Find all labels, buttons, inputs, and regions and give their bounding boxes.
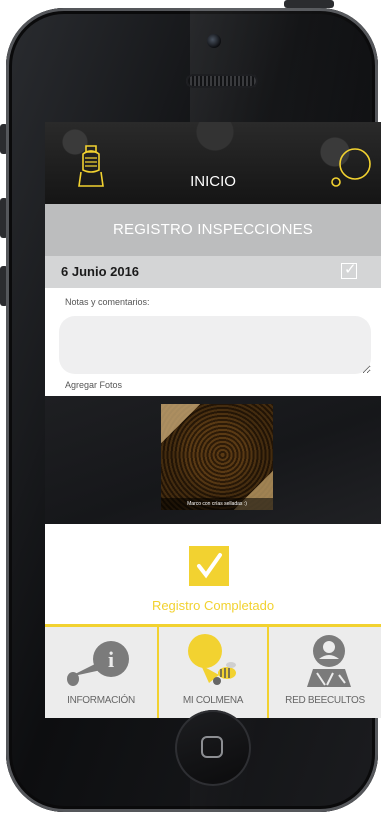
tab-red-beecultos[interactable]: RED BEECULTOS: [269, 627, 381, 718]
app-header: INICIO: [45, 122, 381, 204]
completed-checkbox[interactable]: ✓: [341, 261, 357, 279]
completion-status: Registro Completado: [45, 524, 381, 624]
photo-gallery: Marco con crías selladas :): [45, 396, 381, 524]
photo-caption: Marco con crías selladas :): [161, 498, 273, 510]
tab-label: INFORMACIÓN: [67, 695, 135, 706]
earpiece-speaker: [186, 74, 258, 88]
notes-label: Notas y comentarios:: [65, 297, 150, 307]
bee-icon: [188, 634, 236, 685]
check-icon: ✓: [344, 261, 357, 278]
info-icon: i: [67, 641, 129, 686]
tab-informacion[interactable]: i INFORMACIÓN: [45, 627, 157, 718]
notes-input[interactable]: [59, 316, 371, 374]
hive-frame-photo[interactable]: Marco con crías selladas :): [161, 404, 273, 510]
user-pin-icon: [307, 635, 351, 687]
status-text: Registro Completado: [151, 598, 275, 613]
bubbles-icon[interactable]: [327, 146, 373, 188]
tab-label: MI COLMENA: [182, 695, 244, 706]
section-title: REGISTRO INSPECCIONES: [112, 221, 314, 238]
power-button[interactable]: [284, 0, 334, 8]
home-square-icon: [201, 736, 223, 758]
add-photos-label[interactable]: Agregar Fotos: [65, 380, 122, 390]
record-date: 6 Junio 2016: [61, 264, 140, 279]
home-button[interactable]: [175, 710, 251, 786]
photo-frame-edge: [161, 404, 273, 510]
front-camera: [207, 34, 221, 48]
app-screen: INICIO REGISTRO INSPECCIONES 6 Junio 201…: [45, 122, 381, 718]
record-date-row[interactable]: 6 Junio 2016 ✓: [45, 256, 381, 288]
section-header: REGISTRO INSPECCIONES: [45, 204, 381, 256]
bottom-tab-bar: i INFORMACIÓN MI COLMENA RED BEECULTOS: [45, 624, 381, 718]
inspection-form: Notas y comentarios: Agregar Fotos: [45, 288, 381, 396]
completed-check-icon: [189, 546, 229, 586]
tab-mi-colmena[interactable]: MI COLMENA: [157, 627, 269, 718]
svg-text:i: i: [108, 647, 114, 672]
tab-label: RED BEECULTOS: [285, 695, 365, 706]
